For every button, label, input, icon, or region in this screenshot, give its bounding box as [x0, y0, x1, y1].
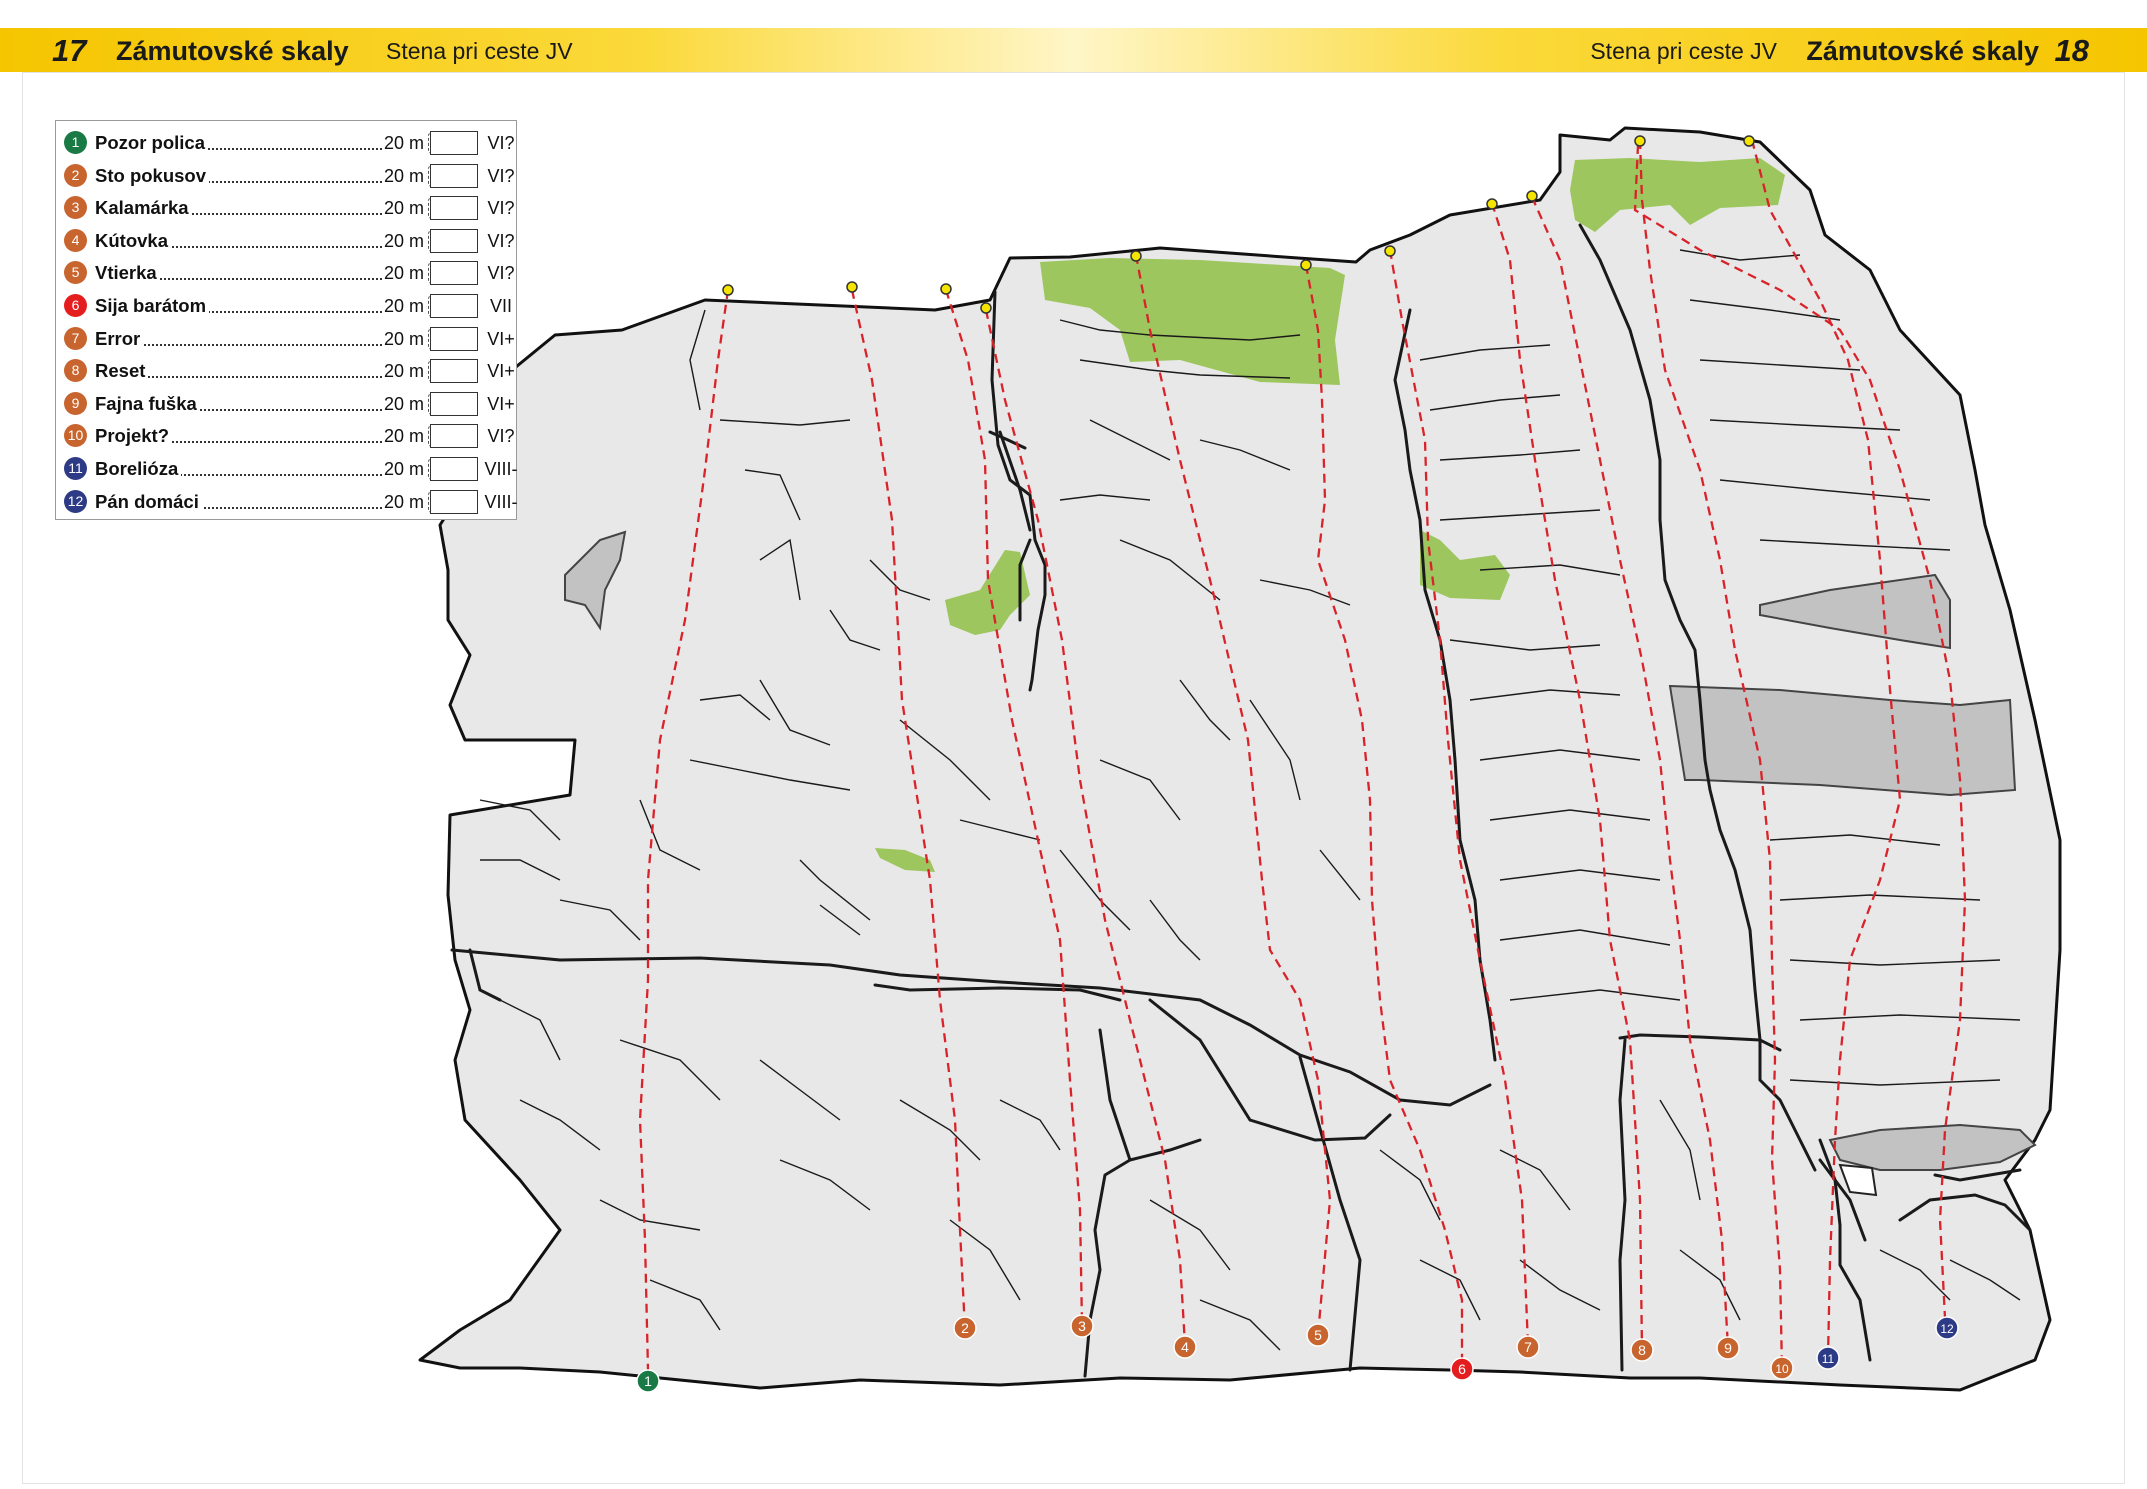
route-start-number: 11 — [1822, 1352, 1835, 1366]
legend-row: 8Reset20 m7VI+ — [64, 357, 515, 386]
route-number-badge: 9 — [64, 391, 87, 415]
tick-box[interactable] — [430, 391, 478, 416]
legend-row: 5Vtierka20 m6VI? — [64, 259, 515, 288]
leader-dots — [104, 343, 390, 346]
route-length: 20 m — [381, 226, 424, 255]
route-number-badge: 10 — [64, 424, 87, 448]
route-start-number: 2 — [961, 1320, 969, 1336]
route-number-badge: 3 — [64, 196, 87, 220]
route-grade: VI? — [487, 133, 515, 153]
route-start-number: 9 — [1724, 1340, 1732, 1356]
route-grade: VI+ — [487, 361, 515, 382]
route-start-number: 6 — [1458, 1361, 1466, 1377]
legend-row: 6Sija barátom20 m5VII — [64, 292, 514, 320]
route-start-number: 3 — [1078, 1318, 1086, 1334]
tick-box[interactable] — [430, 261, 478, 286]
tick-box[interactable] — [430, 196, 478, 221]
legend-row: 1Pozor polica20 m6VI? — [64, 129, 515, 157]
legend-row: 10Projekt?20 m6VI? — [64, 422, 515, 451]
route-name: Fajna fuška — [95, 389, 200, 418]
legend-row: 4Kútovka20 m⟋VI? — [64, 226, 515, 255]
route-length: 20 m — [381, 259, 424, 288]
route-grade: VI+ — [487, 328, 515, 349]
route-name: Sija barátom — [95, 292, 210, 320]
legend-row: 9Fajna fuška20 m6VI+ — [64, 389, 515, 418]
route-grade: VI? — [487, 198, 515, 219]
route-name: Pán domáci — [95, 487, 202, 516]
route-name: Vtierka — [95, 259, 160, 288]
topo-page: 17 Zámutovské skaly Stena pri ceste JV S… — [0, 0, 2147, 1489]
route-number-badge: 1 — [64, 131, 87, 154]
route-number-badge: 5 — [64, 261, 87, 285]
route-name: Pozor polica — [95, 129, 208, 157]
legend-row: 7Error20 m6VI+ — [64, 324, 515, 353]
route-name: Borelióza — [95, 455, 182, 483]
route-start-number: 4 — [1181, 1339, 1189, 1355]
route-legend: 1Pozor polica20 m6VI?2Sto pokusov20 m6VI… — [55, 120, 518, 520]
route-length: 20 m — [381, 292, 424, 320]
route-grade: VI? — [487, 165, 515, 186]
route-grade: VIII- — [484, 459, 518, 479]
route-number-badge: 6 — [64, 294, 87, 317]
route-start-number: 5 — [1314, 1327, 1322, 1343]
route-name: Projekt? — [95, 422, 173, 451]
route-name: Sto pokusov — [95, 161, 210, 190]
route-start-number: 7 — [1524, 1339, 1532, 1355]
tick-box[interactable] — [430, 457, 478, 481]
route-start-number: 10 — [1775, 1362, 1789, 1376]
route-start-number: 12 — [1940, 1322, 1954, 1336]
legend-row: 2Sto pokusov20 m6VI? — [64, 161, 515, 190]
route-grade: VIII- — [484, 491, 518, 512]
route-number-badge: 8 — [64, 359, 87, 383]
legend-row: 12Pán domáci20 m7VIII- — [64, 487, 518, 516]
tick-box[interactable] — [430, 294, 478, 318]
tick-box[interactable] — [430, 228, 478, 253]
route-length: 20 m — [381, 161, 424, 190]
route-name: Kalamárka — [95, 194, 192, 223]
route-grade: VI? — [487, 426, 515, 447]
route-start-number: 8 — [1638, 1342, 1646, 1358]
tick-box[interactable] — [430, 359, 478, 384]
legend-row: 11Borelióza20 m6VIII- — [64, 455, 518, 483]
route-length: 20 m — [381, 324, 424, 353]
tick-box[interactable] — [430, 326, 478, 351]
route-length: 20 m — [381, 422, 424, 451]
route-length: 20 m — [381, 357, 424, 386]
route-name: Error — [95, 324, 144, 353]
route-number-badge: 12 — [64, 489, 87, 513]
route-name: Reset — [95, 357, 149, 386]
route-length: 20 m — [381, 194, 424, 223]
tick-box[interactable] — [430, 131, 478, 155]
route-name: Kútovka — [95, 226, 171, 255]
route-start-number: 1 — [644, 1373, 652, 1389]
route-length: 20 m — [381, 455, 424, 483]
tick-box[interactable] — [430, 424, 478, 449]
route-length: 20 m — [381, 129, 424, 157]
route-number-badge: 4 — [64, 228, 87, 252]
route-number-badge: 11 — [64, 457, 87, 480]
route-number-badge: 7 — [64, 326, 87, 350]
route-length: 20 m — [381, 389, 424, 418]
route-grade: VI+ — [487, 393, 515, 414]
legend-row: 3Kalamárka20 m4VI? — [64, 194, 515, 223]
route-grade: VII — [489, 296, 512, 316]
route-grade: VI? — [487, 230, 515, 251]
route-number-badge: 2 — [64, 163, 87, 187]
route-length: 20 m — [381, 487, 424, 516]
route-grade: VI? — [487, 263, 515, 284]
tick-box[interactable] — [430, 489, 478, 514]
tick-box[interactable] — [430, 163, 478, 188]
